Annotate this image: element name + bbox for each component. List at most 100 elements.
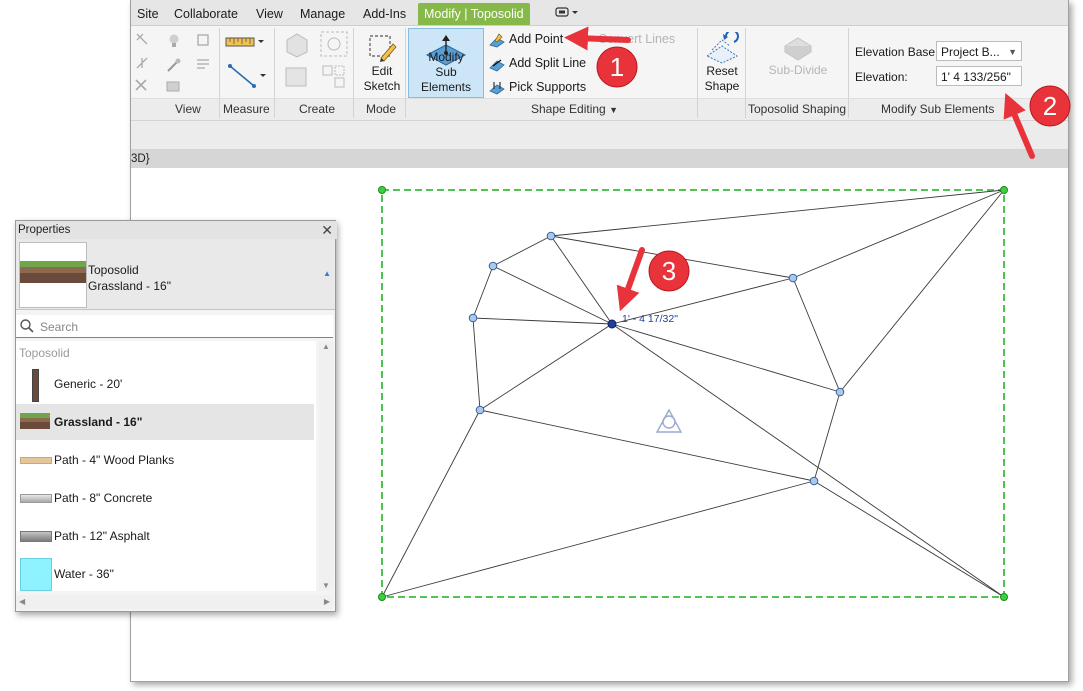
type-name: Grassland - 16" xyxy=(88,279,171,293)
tab-modify-toposolid[interactable]: Modify | Toposolid xyxy=(418,3,530,25)
convert-lines-button[interactable]: Convert Lines xyxy=(598,28,675,50)
type-selector[interactable]: Toposolid Grassland - 16" ▲ xyxy=(16,239,335,310)
elevation-input[interactable]: 1' 4 133/256" xyxy=(936,66,1022,86)
corner-vertex[interactable] xyxy=(1000,593,1008,601)
type-dropdown-icon[interactable]: ▲ xyxy=(323,269,331,278)
edit-sketch-button[interactable]: Edit Sketch xyxy=(357,28,407,96)
add-split-line-label: Add Split Line xyxy=(509,56,587,70)
add-split-line-button[interactable]: Add Split Line xyxy=(489,52,586,74)
scroll-left-icon[interactable]: ◀ xyxy=(19,595,25,609)
toposolid-boundary[interactable] xyxy=(381,189,1005,598)
type-item-asphalt[interactable]: Path - 12" Asphalt xyxy=(16,518,314,554)
brush-icon[interactable] xyxy=(165,56,183,74)
properties-title: Properties xyxy=(16,221,337,239)
trim-icon[interactable] xyxy=(135,56,149,70)
separator xyxy=(697,28,698,118)
modify-sub-elements-label-1: Modify xyxy=(428,50,464,64)
sub-divide-icon xyxy=(784,37,812,61)
pick-supports-button[interactable]: Pick Supports xyxy=(489,76,586,98)
sub-divide-label: Sub-Divide xyxy=(768,63,828,77)
mesh-point[interactable] xyxy=(809,476,819,486)
delete-icon[interactable] xyxy=(134,78,148,92)
component-icon[interactable] xyxy=(283,30,311,58)
scroll-down-icon[interactable]: ▼ xyxy=(322,581,330,590)
reset-shape-icon xyxy=(705,32,739,64)
point-elevation-label: 1' - 4 17/32" xyxy=(622,313,678,325)
mesh-edge xyxy=(550,235,613,325)
tab-add-ins[interactable]: Add-Ins xyxy=(357,3,412,25)
separator xyxy=(353,28,354,118)
cube-icon[interactable] xyxy=(195,32,211,48)
edit-sketch-icon xyxy=(369,35,397,62)
align-icon[interactable] xyxy=(135,32,149,46)
mesh-edge xyxy=(839,189,1005,393)
sub-divide-button[interactable]: Sub-Divide xyxy=(755,28,841,96)
horizontal-scrollbar[interactable]: ◀ ▶ xyxy=(16,595,333,609)
assembly-icon[interactable] xyxy=(321,64,347,90)
tab-manage[interactable]: Manage xyxy=(294,3,351,25)
type-item-wood-planks[interactable]: Path - 4" Wood Planks xyxy=(16,442,314,478)
type-family-name: Toposolid xyxy=(88,263,139,277)
dimension-icon[interactable] xyxy=(226,62,270,90)
search-icon xyxy=(20,319,34,333)
create-panel xyxy=(275,26,353,98)
modify-sub-elements-button[interactable]: Modify Sub Elements xyxy=(408,28,484,98)
corner-vertex[interactable] xyxy=(1000,186,1008,194)
measure-ruler-icon[interactable] xyxy=(224,32,264,52)
type-item-generic[interactable]: Generic - 20' xyxy=(16,366,314,402)
lightbulb-icon[interactable] xyxy=(165,32,183,50)
mesh-point[interactable] xyxy=(488,261,498,271)
corner-vertex[interactable] xyxy=(378,186,386,194)
add-split-line-icon xyxy=(489,59,505,72)
parts-icon[interactable] xyxy=(283,64,311,90)
add-point-icon xyxy=(489,33,505,48)
type-item-label: Path - 8" Concrete xyxy=(54,491,153,505)
vertical-scrollbar[interactable]: ▲ ▼ xyxy=(319,341,333,591)
contextual-dropdown[interactable] xyxy=(549,3,585,25)
visibility-icon[interactable] xyxy=(195,56,211,72)
scroll-up-icon[interactable]: ▲ xyxy=(322,342,330,351)
tab-collaborate[interactable]: Collaborate xyxy=(168,3,244,25)
reset-shape-button[interactable]: Reset Shape xyxy=(701,28,743,96)
scroll-right-icon[interactable]: ▶ xyxy=(324,595,330,609)
type-search-box[interactable] xyxy=(16,315,333,338)
mesh-edge xyxy=(492,235,552,267)
corner-vertex[interactable] xyxy=(378,593,386,601)
mesh-point[interactable] xyxy=(546,231,556,241)
mesh-point[interactable] xyxy=(788,273,798,283)
mesh-point[interactable] xyxy=(835,387,845,397)
search-input[interactable] xyxy=(38,317,322,337)
create-group-icon[interactable] xyxy=(319,30,349,58)
mesh-edge xyxy=(381,409,481,598)
panel-label-shape-editing[interactable]: Shape Editing ▼ xyxy=(531,102,618,116)
elevation-base-label: Elevation Base: xyxy=(855,45,939,59)
type-item-grassland[interactable]: Grassland - 16" xyxy=(16,404,314,440)
toposolid-origin-icon[interactable] xyxy=(655,408,683,433)
mesh-point[interactable] xyxy=(475,405,485,415)
panel-label-view: View xyxy=(175,102,201,116)
selected-mesh-point[interactable] xyxy=(607,319,617,329)
add-point-button[interactable]: Add Point xyxy=(489,28,563,50)
shape-editing-label: Shape Editing xyxy=(531,102,606,116)
view-tab-header[interactable]: 3D} xyxy=(131,150,1068,168)
mesh-edge xyxy=(472,265,494,319)
panel-label-mode: Mode xyxy=(366,102,397,116)
close-icon[interactable]: ✕ xyxy=(321,221,333,239)
type-item-concrete[interactable]: Path - 8" Concrete xyxy=(16,480,314,516)
measure-panel xyxy=(220,26,270,98)
type-item-water[interactable]: Water - 36" xyxy=(16,556,314,592)
ribbon-tab-bar: Site Collaborate View Manage Add-Ins Mod… xyxy=(131,0,1068,26)
options-bar xyxy=(131,121,1068,150)
tab-site[interactable]: Site xyxy=(131,3,165,25)
panel-label-modify-sub-elements: Modify Sub Elements xyxy=(881,102,995,116)
tab-view[interactable]: View xyxy=(250,3,289,25)
elevation-base-select[interactable]: Project B... ▼ xyxy=(936,41,1022,61)
view-panel xyxy=(161,26,219,98)
wall-icon[interactable] xyxy=(165,80,181,94)
mesh-point[interactable] xyxy=(468,313,478,323)
elevation-label: Elevation: xyxy=(855,70,908,84)
panel-label-create: Create xyxy=(299,102,336,116)
chevron-down-icon: ▼ xyxy=(1008,47,1017,57)
type-item-label: Path - 4" Wood Planks xyxy=(54,453,175,467)
panel-label-measure: Measure xyxy=(223,102,270,116)
